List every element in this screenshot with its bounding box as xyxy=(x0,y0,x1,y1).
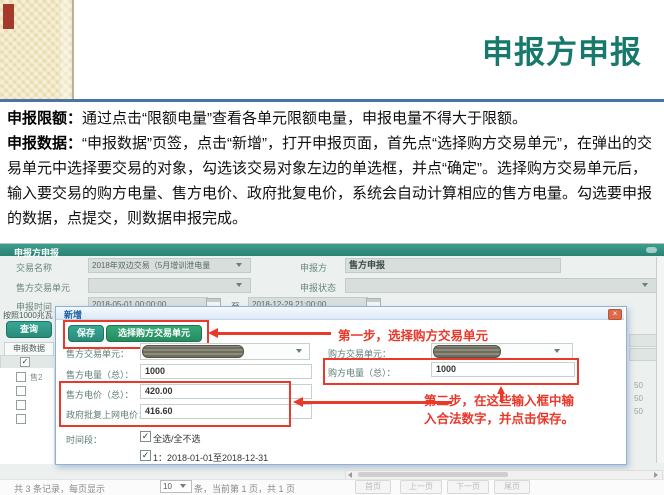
row-checkbox[interactable] xyxy=(16,386,26,396)
chevron-down-icon xyxy=(642,283,648,287)
dlg-seller-energy-label: 售方电量（总）： xyxy=(66,368,134,381)
body-text: 申报限额：通过点击“限额电量”查看各单元限额电量，申报电量不得大于限额。 申报数… xyxy=(7,106,659,231)
next-page-button[interactable]: 下一页 xyxy=(447,480,489,494)
note-text: 按照1000兆瓦 xyxy=(3,310,53,321)
period-item-checkbox[interactable]: ✓ xyxy=(140,450,151,461)
row-checkbox[interactable] xyxy=(16,372,26,382)
chevron-down-icon xyxy=(296,349,302,353)
window-icon[interactable] xyxy=(646,247,657,253)
scroll-left-icon[interactable] xyxy=(348,472,352,478)
arrow-line xyxy=(217,332,331,335)
new-entry-dialog: 新增 × 保存 选择购方交易单元 第一步，选择购方交易单元 售方交易单元： 售方… xyxy=(55,306,627,465)
paragraph-limit: 申报限额：通过点击“限额电量”查看各单元限额电量，申报电量不得大于限额。 xyxy=(7,106,659,131)
records-summary-after: 条，当前第 1 页，共 1 页 xyxy=(194,482,295,495)
scrollbar-thumb[interactable] xyxy=(358,472,508,477)
declarer-field[interactable]: 售方申报 xyxy=(345,258,561,273)
select-all-checkbox[interactable]: ✓ xyxy=(20,357,30,367)
pixelated-text xyxy=(433,345,501,358)
paragraph-limit-text: 通过点击“限额电量”查看各单元限额电量，申报电量不得大于限额。 xyxy=(82,110,527,127)
slide-title: 申报方申报 xyxy=(482,27,642,72)
prev-page-button[interactable]: 上一页 xyxy=(400,480,442,494)
paragraph-data: 申报数据：“申报数据”页签，点击“新增”，打开申报页面，首先点“选择购方交易单元… xyxy=(7,131,659,231)
grid-side-value: 50 xyxy=(634,394,643,403)
grid-rows-area xyxy=(0,368,55,464)
tab-declare-data[interactable]: 申报数据 xyxy=(4,342,54,356)
page-size-select[interactable]: 10 xyxy=(160,480,192,493)
annotation-step2-line2: 入合法数字，并点击保存。 xyxy=(424,408,574,427)
status-label: 申报状态 xyxy=(300,281,336,294)
chevron-down-icon xyxy=(236,263,242,267)
close-icon[interactable]: × xyxy=(608,309,622,320)
title-divider-line xyxy=(0,99,664,102)
row-checkbox[interactable] xyxy=(16,400,26,410)
seller-energy-input[interactable]: 1000 xyxy=(140,364,312,379)
period-all-label: 全选/全不选 xyxy=(153,432,201,445)
grid-side-value: 50 xyxy=(634,407,643,416)
red-accent-square xyxy=(3,4,14,29)
vertical-scrollbar[interactable] xyxy=(656,257,664,463)
scroll-right-icon[interactable] xyxy=(654,472,658,478)
trade-name-label: 交易名称 xyxy=(16,261,52,274)
grid-side-value: 50 xyxy=(634,381,643,390)
records-summary-before: 共 3 条记录，每页显示 xyxy=(14,482,105,495)
seller-unit-select[interactable] xyxy=(88,278,251,293)
app-titlebar xyxy=(0,244,664,256)
paragraph-data-text: “申报数据”页签，点击“新增”，打开申报页面，首先点“选择购方交易单元”，在弹出… xyxy=(7,135,652,227)
pixelated-text xyxy=(142,345,244,358)
grid-side-cell xyxy=(629,348,659,361)
app-title: 申报方申报 xyxy=(14,246,59,259)
dlg-period-label: 时间段： xyxy=(66,433,102,446)
dialog-titlebar xyxy=(56,307,624,320)
period-item-label: 1：2018-01-01至2018-12-31 xyxy=(153,451,268,464)
chevron-down-icon xyxy=(180,484,186,488)
trade-name-select[interactable]: 2018年双边交易（5月增训泄电量 xyxy=(88,258,251,273)
status-select[interactable] xyxy=(345,278,658,293)
query-button[interactable]: 查询 xyxy=(6,321,52,338)
dlg-seller-unit-label: 售方交易单元： xyxy=(66,347,129,360)
annotation-box-step2-left xyxy=(59,381,291,427)
paragraph-limit-lead: 申报限额： xyxy=(7,110,82,127)
grid-row-text: 售2 xyxy=(30,372,42,383)
grid-side-cell xyxy=(629,334,659,347)
last-page-button[interactable]: 尾页 xyxy=(494,480,530,494)
chevron-down-icon xyxy=(554,349,560,353)
first-page-button[interactable]: 首页 xyxy=(355,480,391,494)
period-all-checkbox[interactable]: ✓ xyxy=(140,431,151,442)
chevron-down-icon xyxy=(236,283,242,287)
annotation-step2-line1: 第二步，在这些输入框中输 xyxy=(424,390,574,409)
row-checkbox[interactable] xyxy=(16,414,26,424)
declarer-label: 申报方 xyxy=(300,261,327,274)
slide: 申报方申报 申报限额：通过点击“限额电量”查看各单元限额电量，申报电量不得大于限… xyxy=(0,0,664,495)
band-highlight xyxy=(61,0,70,99)
paragraph-data-lead: 申报数据： xyxy=(7,135,82,152)
annotation-step1-text: 第一步，选择购方交易单元 xyxy=(338,325,488,344)
annotation-box-step2-right xyxy=(323,358,579,385)
seller-unit-label: 售方交易单元 xyxy=(16,281,70,294)
